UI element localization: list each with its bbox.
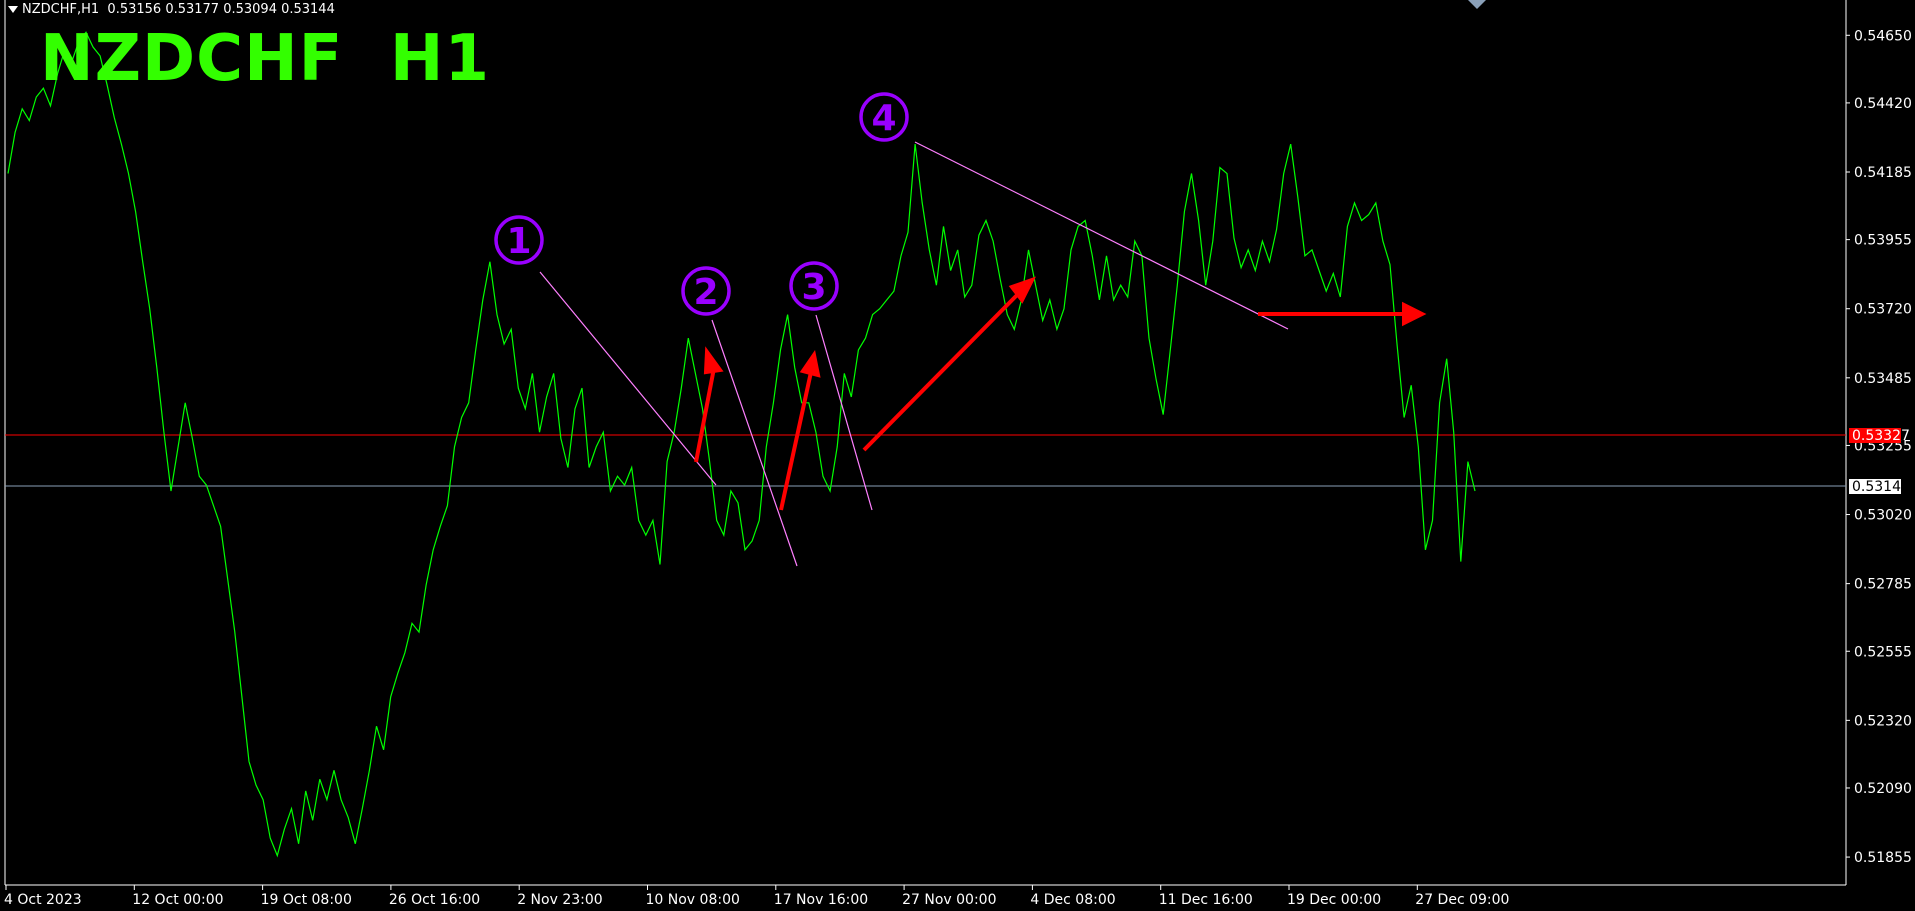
price-tick-label: 0.53720	[1854, 302, 1912, 318]
time-tick-label: 27 Nov 00:00	[902, 892, 996, 908]
price-tick-label: 0.52555	[1854, 644, 1912, 660]
price-axis[interactable]: 0.54650 0.54420 0.54185 0.53955 0.53720 0.534…	[1846, 28, 1912, 866]
price-tick-label: 0.53020	[1854, 508, 1912, 524]
chart-header: NZDCHF,H1 0.53156 0.53177 0.53094 0.5314…	[8, 2, 335, 17]
trendline-1[interactable]	[539, 271, 717, 486]
time-tick-label: 11 Dec 16:00	[1159, 892, 1253, 908]
trendline-4[interactable]	[914, 141, 1289, 330]
arrow-1[interactable]	[694, 367, 716, 463]
price-tick-label: 0.53955	[1854, 233, 1912, 249]
chart-shift-marker[interactable]	[1468, 0, 1486, 9]
arrows[interactable]	[694, 276, 1427, 511]
time-tick-label: 2 Nov 23:00	[517, 892, 602, 908]
time-tick-label: 4 Dec 08:00	[1030, 892, 1115, 908]
dropdown-triangle-icon[interactable]	[8, 6, 18, 13]
arrow-3[interactable]	[862, 290, 1022, 452]
price-tick-label: 0.54420	[1854, 96, 1912, 112]
red-level-tag: 0.53327	[1849, 428, 1910, 444]
wave-label-3-text: 3	[801, 267, 826, 308]
bid-level-tag: 0.53144	[1849, 479, 1910, 495]
price-tick-label: 0.53485	[1854, 371, 1912, 387]
wave-label-4-text: 4	[871, 98, 896, 139]
ohlc-values: 0.53156 0.53177 0.53094 0.53144	[107, 2, 335, 17]
price-tick-label: 0.52090	[1854, 781, 1912, 797]
symbol-info: NZDCHF,H1	[22, 2, 100, 17]
price-tick-label: 0.54185	[1854, 165, 1912, 181]
wave-label-1-text: 1	[506, 221, 531, 262]
price-tick-label: 0.52320	[1854, 713, 1912, 729]
arrow-4-head	[1402, 301, 1427, 327]
time-tick-label: 27 Dec 09:00	[1415, 892, 1509, 908]
time-tick-label: 10 Nov 08:00	[646, 892, 740, 908]
price-tick-label: 0.54650	[1854, 28, 1912, 44]
wave-label-1: 1	[494, 215, 544, 265]
time-tick-label: 19 Oct 08:00	[261, 892, 352, 908]
time-tick-label: 26 Oct 16:00	[389, 892, 480, 908]
time-axis[interactable]: 4 Oct 2023 12 Oct 00:00 19 Oct 08:00 26 Oct…	[4, 885, 1509, 908]
bid-level-tag-text: 0.53144	[1852, 479, 1910, 495]
time-tick-label: 4 Oct 2023	[4, 892, 82, 908]
chart-title-overlay: NZDCHF H1	[40, 22, 490, 96]
wave-label-2-text: 2	[693, 272, 718, 313]
wave-labels: 1 2 3 4	[494, 92, 909, 316]
wave-label-3: 3	[789, 261, 839, 311]
time-tick-label: 19 Dec 00:00	[1287, 892, 1381, 908]
time-tick-label: 17 Nov 16:00	[774, 892, 868, 908]
red-level-tag-text: 0.53327	[1852, 428, 1910, 444]
arrow-2[interactable]	[779, 371, 813, 511]
trendline-3[interactable]	[815, 314, 873, 511]
trendlines[interactable]	[539, 141, 1289, 567]
price-line-series	[7, 31, 1476, 858]
price-tick-label: 0.52785	[1854, 577, 1912, 593]
price-chart[interactable]: 1 2 3 4 0.54650 0.54420 0.54185 0.53955 0.53…	[0, 0, 1915, 911]
arrow-1-head	[703, 346, 724, 375]
wave-label-2: 2	[681, 266, 731, 316]
wave-label-4: 4	[859, 92, 909, 142]
price-tick-label: 0.51855	[1854, 850, 1912, 866]
time-tick-label: 12 Oct 00:00	[132, 892, 223, 908]
arrow-2-head	[799, 349, 821, 378]
